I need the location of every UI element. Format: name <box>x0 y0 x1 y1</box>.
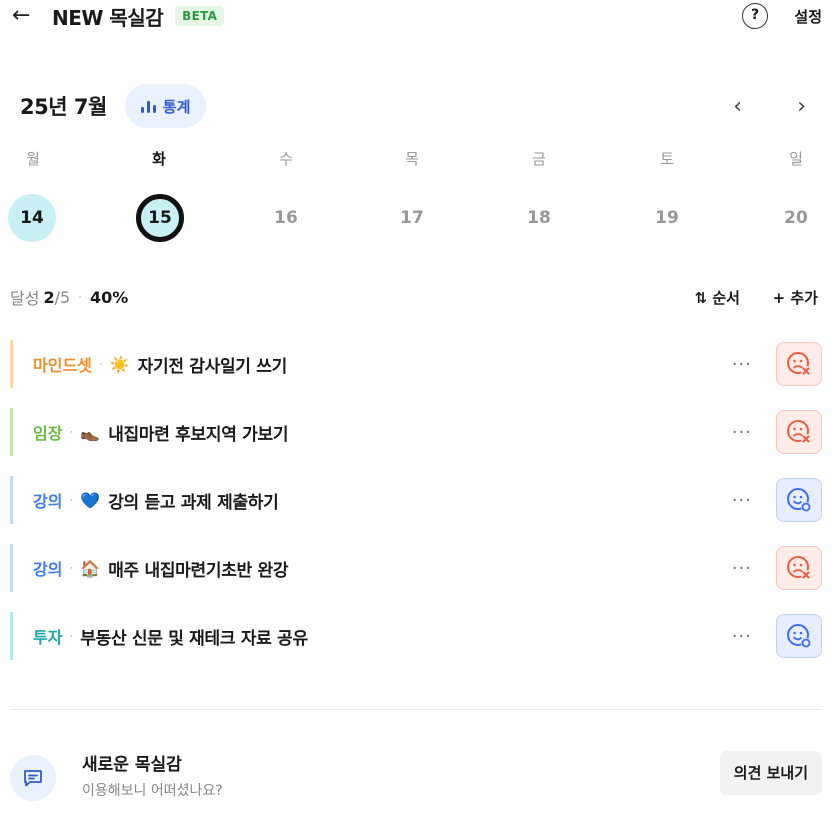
add-goal-button[interactable]: + 추가 <box>773 287 818 308</box>
status-fail-button[interactable] <box>776 410 822 454</box>
goal-category: 투자 <box>33 628 63 647</box>
settings-link[interactable]: 설정 <box>794 6 822 27</box>
status-pending-button[interactable] <box>776 478 822 522</box>
goal-list: 마인드셋 · ☀️ 자기전 감사일기 쓰기 ··· 임장 · 👞 내집마련 후보… <box>10 340 822 680</box>
goal-category: 임장 <box>33 424 63 443</box>
chat-icon <box>10 755 56 801</box>
date-17[interactable]: 17 <box>388 194 436 242</box>
smile-face-clock-icon <box>787 488 811 512</box>
achievement-done: 2 <box>43 287 55 307</box>
next-week-button[interactable]: › <box>797 94 806 119</box>
date-16[interactable]: 16 <box>262 194 310 242</box>
goal-title: 부동산 신문 및 재테크 자료 공유 <box>80 628 308 649</box>
shoe-icon: 👞 <box>80 422 101 442</box>
weekday-thu: 목 <box>405 150 419 168</box>
month-label: 25년 7월 <box>20 95 107 119</box>
weekday-fri: 금 <box>532 150 546 168</box>
date-14[interactable]: 14 <box>8 194 56 242</box>
help-icon[interactable]: ? <box>742 3 768 29</box>
date-18[interactable]: 18 <box>515 194 563 242</box>
weekday-wed: 수 <box>279 150 293 168</box>
blue-heart-icon: 💙 <box>80 490 101 510</box>
sad-face-x-icon <box>787 556 811 580</box>
separator-dot: · <box>78 290 82 304</box>
prev-week-button[interactable]: ‹ <box>733 94 742 119</box>
back-arrow-icon[interactable]: ← <box>12 5 42 27</box>
more-options-icon[interactable]: ··· <box>732 626 752 647</box>
feedback-title: 새로운 목실감 <box>82 755 182 775</box>
house-icon: 🏠 <box>80 558 101 578</box>
separator-dot: · <box>69 425 74 439</box>
goal-item[interactable]: 임장 · 👞 내집마련 후보지역 가보기 ··· <box>10 408 822 456</box>
achievement-percent: 40% <box>90 287 129 307</box>
goal-category: 마인드셋 <box>33 356 92 375</box>
separator-dot: · <box>69 493 74 507</box>
feedback-subtitle: 이용해보니 어떠셨나요? <box>82 783 223 799</box>
stats-button[interactable]: 통계 <box>124 84 207 128</box>
feedback-card: 새로운 목실감 이용해보니 어떠셨나요? 의견 보내기 <box>10 746 822 806</box>
status-fail-button[interactable] <box>776 342 822 386</box>
goal-item[interactable]: 강의 · 💙 강의 듣고 과제 제출하기 ··· <box>10 476 822 524</box>
achievement-row: 달성 2 /5 · 40% ⇅ 순서 + 추가 <box>10 285 818 309</box>
status-fail-button[interactable] <box>776 546 822 590</box>
top-bar: ← NEW 목실감 BETA ? 설정 <box>12 0 822 32</box>
week-strip: 월 화 수 목 금 토 일 14 15 16 17 18 19 20 <box>8 148 822 242</box>
stats-label: 통계 <box>162 97 191 116</box>
weekday-mon: 월 <box>26 150 40 168</box>
date-15-today[interactable]: 15 <box>136 194 184 242</box>
weekday-sun: 일 <box>789 150 803 168</box>
sad-face-x-icon <box>787 352 811 376</box>
goal-title: 강의 듣고 과제 제출하기 <box>108 492 279 513</box>
date-row: 14 15 16 17 18 19 20 <box>8 194 822 246</box>
goal-title: 매주 내집마련기초반 완강 <box>108 560 289 581</box>
bar-chart-icon <box>140 101 156 113</box>
goal-title: 자기전 감사일기 쓰기 <box>137 356 288 377</box>
goal-item[interactable]: 강의 · 🏠 매주 내집마련기초반 완강 ··· <box>10 544 822 592</box>
achievement-total: /5 <box>54 287 71 307</box>
goal-category: 강의 <box>33 560 63 579</box>
status-pending-button[interactable] <box>776 614 822 658</box>
month-bar: 25년 7월 통계 ‹ › <box>20 84 810 128</box>
date-19[interactable]: 19 <box>643 194 691 242</box>
achievement-label: 달성 <box>10 289 40 308</box>
separator-dot: · <box>98 357 103 371</box>
send-feedback-button[interactable]: 의견 보내기 <box>719 751 822 795</box>
sun-icon: ☀️ <box>109 354 130 374</box>
page-title: NEW 목실감 <box>52 5 164 30</box>
more-options-icon[interactable]: ··· <box>732 354 752 375</box>
beta-badge: BETA <box>175 6 225 26</box>
more-options-icon[interactable]: ··· <box>732 422 752 443</box>
reorder-button[interactable]: ⇅ 순서 <box>695 287 740 308</box>
date-20[interactable]: 20 <box>772 194 820 242</box>
goal-title: 내집마련 후보지역 가보기 <box>108 424 289 445</box>
more-options-icon[interactable]: ··· <box>732 558 752 579</box>
weekday-tue: 화 <box>152 150 166 168</box>
sad-face-x-icon <box>787 420 811 444</box>
goal-item[interactable]: 투자 · 부동산 신문 및 재테크 자료 공유 ··· <box>10 612 822 660</box>
weekday-sat: 토 <box>660 150 674 168</box>
divider <box>10 709 822 710</box>
goal-item[interactable]: 마인드셋 · ☀️ 자기전 감사일기 쓰기 ··· <box>10 340 822 388</box>
separator-dot: · <box>69 561 74 575</box>
smile-face-clock-icon <box>787 624 811 648</box>
separator-dot: · <box>69 629 74 643</box>
goal-category: 강의 <box>33 492 63 511</box>
weekday-row: 월 화 수 목 금 토 일 <box>10 148 822 176</box>
more-options-icon[interactable]: ··· <box>732 490 752 511</box>
